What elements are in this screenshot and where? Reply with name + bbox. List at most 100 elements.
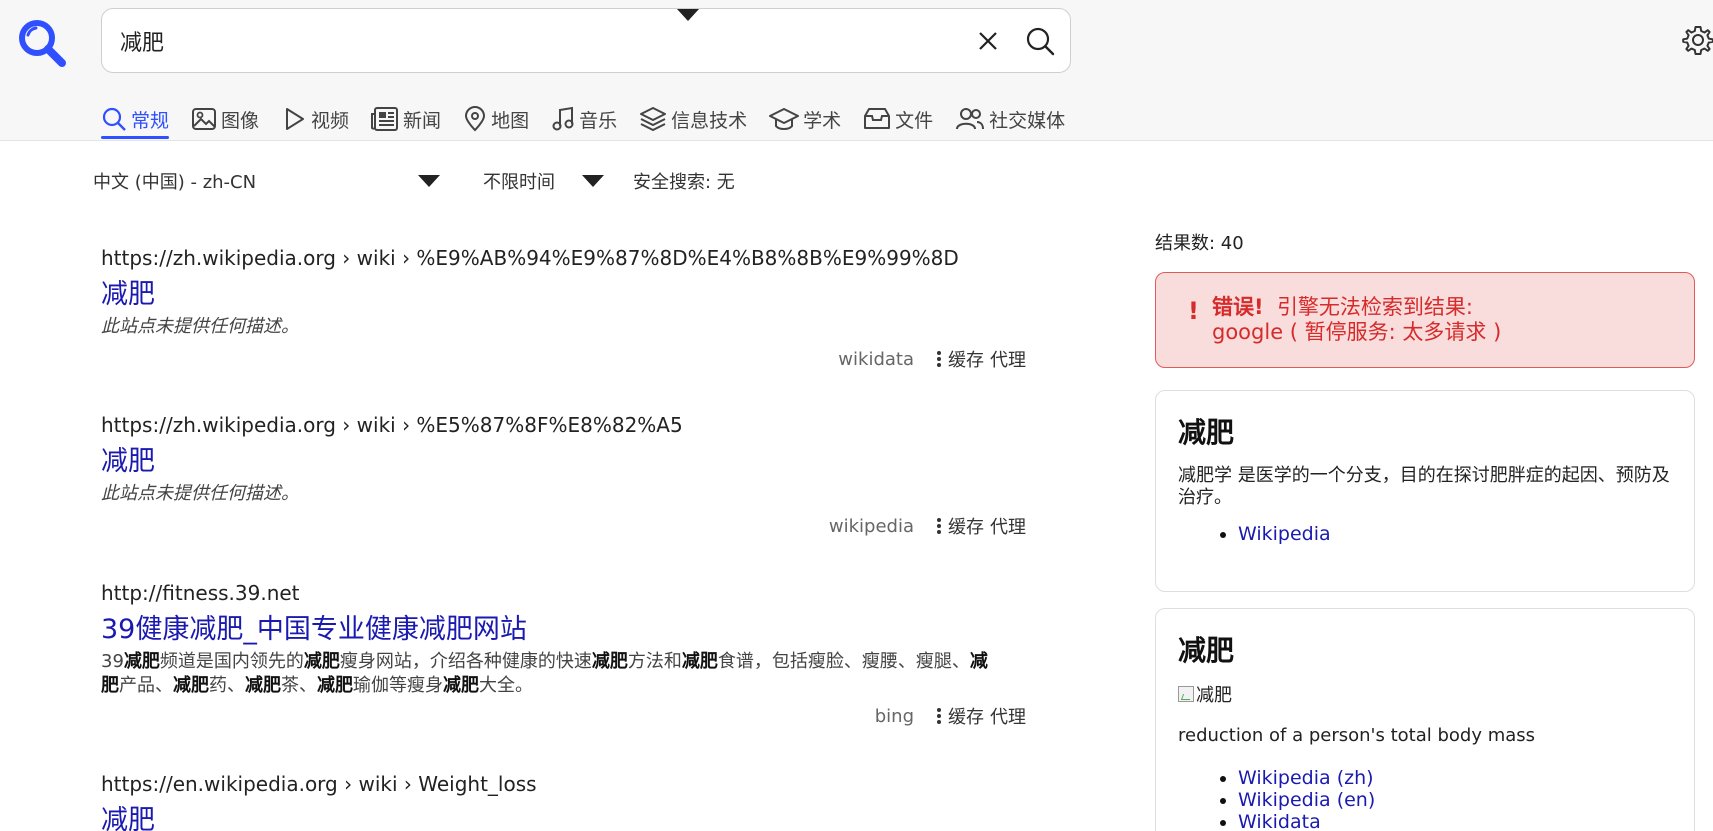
search-button[interactable] — [1022, 23, 1058, 59]
result-engine: wikipedia — [828, 515, 914, 537]
tab-images[interactable]: 图像 — [191, 98, 259, 140]
highlight-term: 减肥 — [443, 675, 479, 696]
result-title[interactable]: 减肥 — [101, 439, 1031, 478]
archive-icon — [864, 108, 891, 129]
description-text: 方法和 — [627, 651, 682, 672]
tab-science[interactable]: 学术 — [769, 98, 841, 140]
tab-label: 音乐 — [579, 109, 618, 132]
highlight-term: 减肥 — [173, 675, 209, 696]
infobox-link[interactable]: Wikidata — [1238, 811, 1321, 831]
infobox-link[interactable]: Wikipedia — [1238, 523, 1331, 545]
tab-files[interactable]: 文件 — [863, 98, 933, 140]
result-description: 此站点未提供任何描述。 — [101, 316, 299, 337]
infobox-title: 减肥 — [1178, 634, 1235, 667]
result-title[interactable]: 减肥 — [101, 272, 1031, 311]
result-url[interactable]: https://zh.wikipedia.org › wiki › %E9%AB… — [101, 246, 1031, 270]
result-url[interactable]: http://fitness.39.net — [101, 581, 1031, 605]
cache-link[interactable]: 缓存 — [948, 513, 984, 539]
tab-social-media[interactable]: 社交媒体 — [955, 98, 1065, 140]
result-description: 39减肥频道是国内领先的减肥瘦身网站，介绍各种健康的快速减肥方法和减肥食谱，包括… — [101, 650, 1001, 698]
highlight-term: 减肥 — [245, 675, 281, 696]
infobox-link[interactable]: Wikipedia (en) — [1238, 789, 1375, 811]
result-title[interactable]: 39健康减肥_中国专业健康减肥网站 — [101, 607, 1031, 646]
alert-icon: ! — [1188, 297, 1199, 325]
result-url[interactable]: https://zh.wikipedia.org › wiki › %E5%87… — [101, 413, 1031, 437]
list-item: Wikipedia (en) — [1238, 789, 1672, 811]
tab-label: 新闻 — [403, 109, 442, 132]
result-item: https://zh.wikipedia.org › wiki › %E5%87… — [101, 413, 1031, 543]
broken-image-icon — [1178, 686, 1194, 702]
infobox: 减肥 减肥学 是医学的一个分支，目的在探讨肥胖症的起因、预防及治疗。 Wikip… — [1155, 390, 1695, 592]
result-item: https://zh.wikipedia.org › wiki › %E9%AB… — [101, 246, 1031, 376]
tab-general[interactable]: 常规 — [101, 98, 170, 140]
infobox: 减肥 减肥 reduction of a person's total body… — [1155, 608, 1695, 831]
search-icon — [1026, 27, 1055, 56]
searxng-logo-icon[interactable] — [16, 17, 68, 69]
highlight-term: 减肥 — [681, 651, 718, 672]
more-vertical-icon — [936, 706, 942, 726]
infobox-title: 减肥 — [1178, 416, 1235, 449]
tab-label: 图像 — [221, 109, 260, 132]
cache-link[interactable]: 缓存 — [948, 703, 984, 729]
infobox-link[interactable]: Wikipedia (zh) — [1238, 767, 1374, 789]
language-select[interactable]: 中文 (中国) - zh-CN — [93, 166, 448, 196]
tab-label: 常规 — [131, 109, 170, 132]
tab-videos[interactable]: 视频 — [281, 98, 349, 140]
cache-link[interactable]: 缓存 — [948, 346, 984, 372]
safe-search-select[interactable]: 安全搜索: 无 — [633, 9, 803, 196]
tab-map[interactable]: 地图 — [463, 98, 529, 140]
proxy-link[interactable]: 代理 — [990, 703, 1026, 729]
description-text: 39 — [101, 651, 124, 672]
infobox-links: Wikipedia — [1178, 523, 1672, 545]
description-text: 茶、 — [281, 675, 317, 696]
description-text: 瑜伽等瘦身 — [353, 675, 443, 696]
tab-label: 社交媒体 — [989, 109, 1066, 132]
time-range-select[interactable]: 不限时间 — [483, 166, 604, 196]
error-message: 引擎无法检索到结果: — [1276, 295, 1474, 319]
search-box — [101, 8, 1071, 73]
newspaper-icon — [371, 107, 399, 131]
more-vertical-icon — [936, 349, 942, 369]
chevron-down-icon — [582, 175, 604, 187]
tab-music[interactable]: 音乐 — [551, 98, 617, 140]
chevron-down-icon — [677, 9, 699, 21]
description-text: 瘦身网站，介绍各种健康的快速 — [339, 651, 592, 672]
play-icon — [286, 108, 305, 130]
infobox-text: 减肥学 是医学的一个分支，目的在探讨肥胖症的起因、预防及治疗。 — [1178, 465, 1670, 508]
result-meta: wikidata 缓存 代理 — [838, 346, 1026, 372]
list-item: Wikipedia — [1238, 523, 1672, 545]
tab-label: 文件 — [895, 109, 934, 132]
tab-label: 地图 — [491, 109, 530, 132]
result-meta: wikipedia 缓存 代理 — [829, 513, 1026, 539]
tab-it[interactable]: 信息技术 — [639, 98, 747, 140]
description-text: 大全。 — [479, 675, 533, 696]
clear-button[interactable] — [972, 25, 1004, 57]
safe-search-value: 安全搜索: 无 — [633, 172, 735, 193]
highlight-term: 减肥 — [591, 651, 628, 672]
music-note-icon — [552, 106, 574, 131]
highlight-term: 减肥 — [317, 675, 353, 696]
gear-icon[interactable] — [1682, 24, 1713, 56]
description-text: 食谱，包括瘦脸、瘦腰、瘦腿、 — [717, 651, 970, 672]
header: 常规 图像 视频 新闻 地图 音乐 信息技术 学术 — [0, 0, 1713, 141]
result-item: https://en.wikipedia.org › wiki › Weight… — [101, 772, 1031, 831]
tab-label: 学术 — [803, 109, 842, 132]
infobox-text: reduction of a person's total body mass — [1178, 725, 1536, 746]
result-title[interactable]: 减肥 — [101, 798, 1031, 831]
tab-label: 信息技术 — [671, 109, 748, 132]
result-count: 结果数: 40 — [1155, 233, 1244, 254]
close-icon — [979, 32, 997, 50]
tab-news[interactable]: 新闻 — [371, 98, 441, 140]
proxy-link[interactable]: 代理 — [990, 346, 1026, 372]
time-range-value: 不限时间 — [483, 172, 555, 193]
layers-icon — [640, 107, 667, 132]
error-detail: google ( 暂停服务: 太多请求 ) — [1212, 320, 1502, 344]
highlight-term: 减肥 — [123, 651, 160, 672]
graduation-cap-icon — [769, 108, 800, 130]
list-item: Wikipedia (zh) — [1238, 767, 1672, 789]
description-text: 产品、 — [119, 675, 173, 696]
search-input[interactable] — [120, 23, 940, 59]
proxy-link[interactable]: 代理 — [990, 513, 1026, 539]
description-text: 药、 — [209, 675, 245, 696]
result-url[interactable]: https://en.wikipedia.org › wiki › Weight… — [101, 772, 1031, 796]
